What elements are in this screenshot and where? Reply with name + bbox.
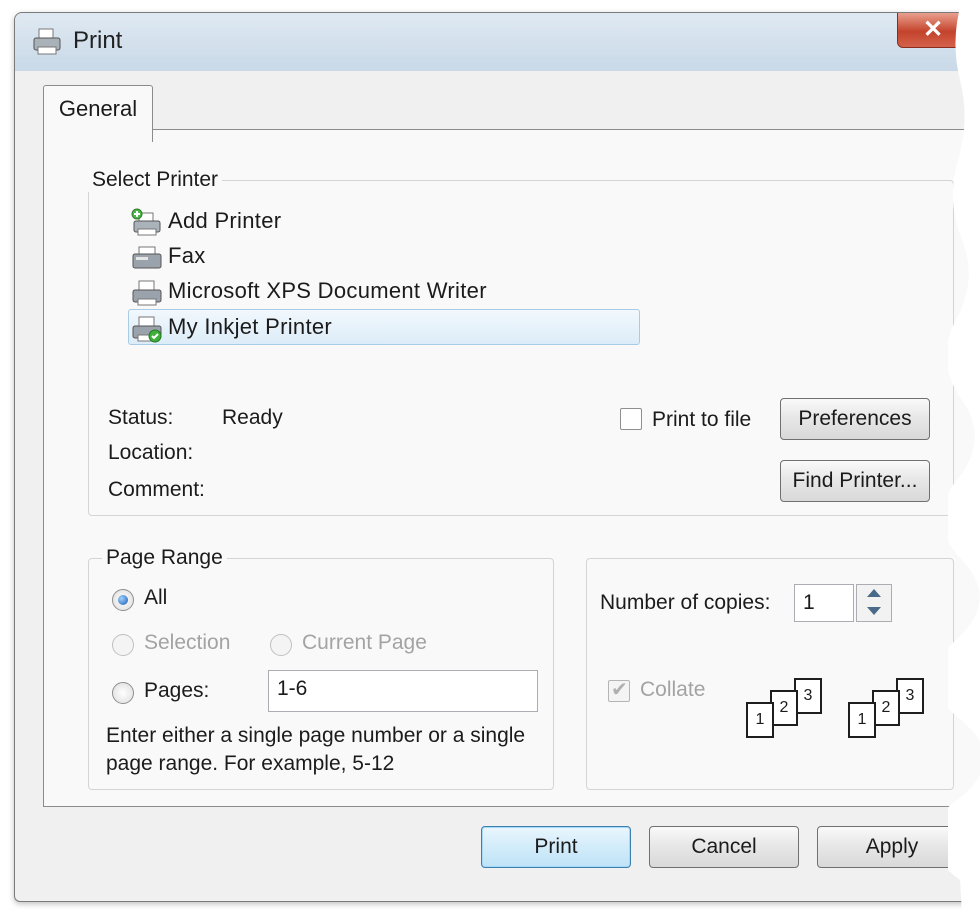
printer-icon [33, 28, 61, 55]
apply-button[interactable]: Apply [817, 826, 967, 868]
page-range-help-line1: Enter either a single page number or a s… [106, 724, 526, 747]
spin-up-icon[interactable] [867, 589, 881, 597]
page-range-help-line2: page range. For example, 5-12 [106, 752, 395, 775]
page-icon: 2 [770, 690, 798, 726]
status-label: Status: [108, 406, 174, 429]
default-printer-icon [132, 316, 162, 343]
printer-name: Microsoft XPS Document Writer [168, 278, 487, 303]
tab-general-label: General [58, 96, 138, 121]
tab-general[interactable]: General [43, 85, 153, 142]
collate-checkbox[interactable]: ✔ [608, 679, 630, 702]
select-printer-label: Select Printer [88, 168, 223, 192]
radio-pages[interactable] [112, 682, 134, 704]
print-to-file-label[interactable]: Print to file [652, 408, 751, 432]
page-icon: 2 [872, 690, 900, 726]
torn-edge [948, 0, 980, 913]
radio-selection-label[interactable]: Selection [144, 631, 230, 655]
copies-input[interactable]: 1 [794, 584, 854, 622]
copies-spinner[interactable] [856, 584, 892, 622]
radio-selection[interactable] [112, 634, 134, 656]
page-range-label: Page Range [102, 546, 227, 570]
title-bar: Print ✕ [15, 13, 980, 71]
window-title: Print [73, 27, 123, 54]
radio-current-page-label[interactable]: Current Page [302, 631, 427, 655]
copies-input-value: 1 [803, 591, 815, 614]
preferences-button[interactable]: Preferences [780, 398, 930, 440]
radio-selected-dot [118, 595, 128, 605]
printer-name: Add Printer [168, 208, 282, 233]
page-icon: 1 [848, 702, 876, 738]
cancel-button[interactable]: Cancel [649, 826, 799, 868]
collate-label[interactable]: Collate [640, 678, 705, 702]
page-icon: 3 [794, 678, 822, 714]
print-dialog: Print ✕ General Select Printer Add Print… [14, 12, 980, 902]
comment-label: Comment: [108, 478, 205, 501]
printer-name: Fax [168, 243, 206, 268]
radio-all[interactable] [112, 589, 134, 611]
radio-all-label[interactable]: All [144, 586, 167, 610]
status-value: Ready [222, 406, 283, 429]
printer-name: My Inkjet Printer [168, 314, 333, 339]
copies-label: Number of copies: [600, 591, 771, 614]
page-icon: 1 [746, 702, 774, 738]
add-printer-icon [131, 208, 161, 236]
tab-panel-general: Select Printer Add Printer Fax Microsoft… [43, 129, 980, 807]
radio-pages-label[interactable]: Pages: [144, 679, 209, 703]
checkmark-icon: ✔ [611, 679, 628, 701]
printer-icon [132, 280, 162, 306]
find-printer-button[interactable]: Find Printer... [780, 460, 930, 502]
pages-input-value: 1-6 [277, 677, 308, 700]
print-to-file-checkbox[interactable] [620, 408, 642, 430]
print-button[interactable]: Print [481, 826, 631, 868]
pages-input[interactable]: 1-6 [268, 670, 538, 712]
radio-current-page[interactable] [270, 634, 292, 656]
page-icon: 3 [896, 678, 924, 714]
location-label: Location: [108, 441, 194, 464]
spin-down-icon[interactable] [867, 607, 881, 615]
fax-icon [132, 246, 162, 269]
